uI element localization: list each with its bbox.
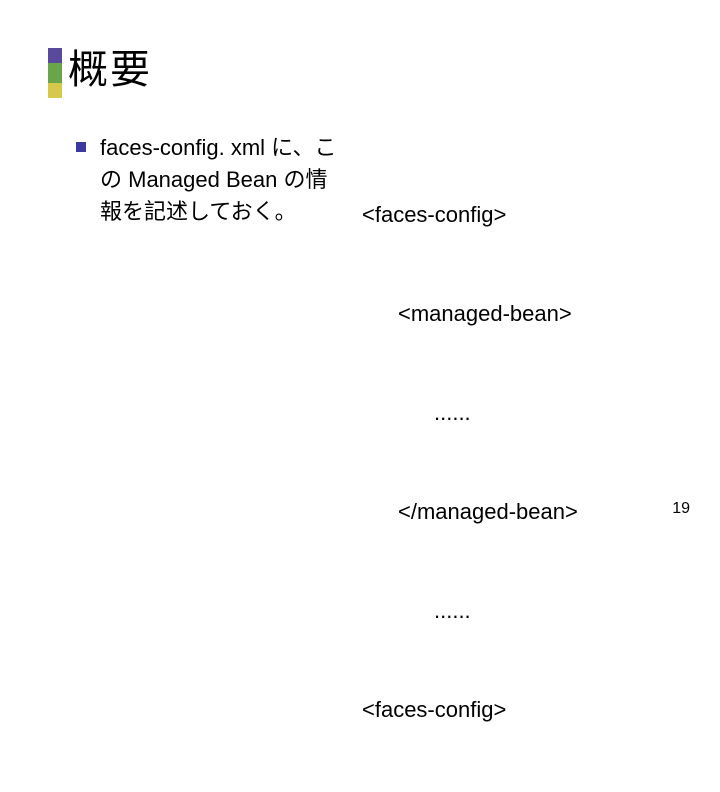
bullet-text: faces-config. xml に、この Managed Bean の情報を… <box>100 132 346 228</box>
code-line: </managed-bean> <box>362 495 672 528</box>
code-line: <managed-bean> <box>362 297 672 330</box>
bullet-item: faces-config. xml に、この Managed Bean の情報を… <box>76 132 346 228</box>
title-accent-bar <box>48 48 62 98</box>
code-line: <faces-config> <box>362 693 672 726</box>
left-column: faces-config. xml に、この Managed Bean の情報を… <box>76 132 346 792</box>
code-line: <faces-config> <box>362 198 672 231</box>
body-columns: faces-config. xml に、この Managed Bean の情報を… <box>48 132 672 792</box>
code-block: <faces-config> <managed-bean> ...... </m… <box>362 132 672 792</box>
page-title: 概要 <box>68 48 152 92</box>
slide: 概要 faces-config. xml に、この Managed Bean の… <box>0 0 720 540</box>
title-block: 概要 <box>48 48 672 98</box>
page-number: 19 <box>672 500 690 518</box>
code-line: ...... <box>362 396 672 429</box>
right-column: <faces-config> <managed-bean> ...... </m… <box>362 132 672 792</box>
code-line: ...... <box>362 594 672 627</box>
bullet-square-icon <box>76 142 86 152</box>
